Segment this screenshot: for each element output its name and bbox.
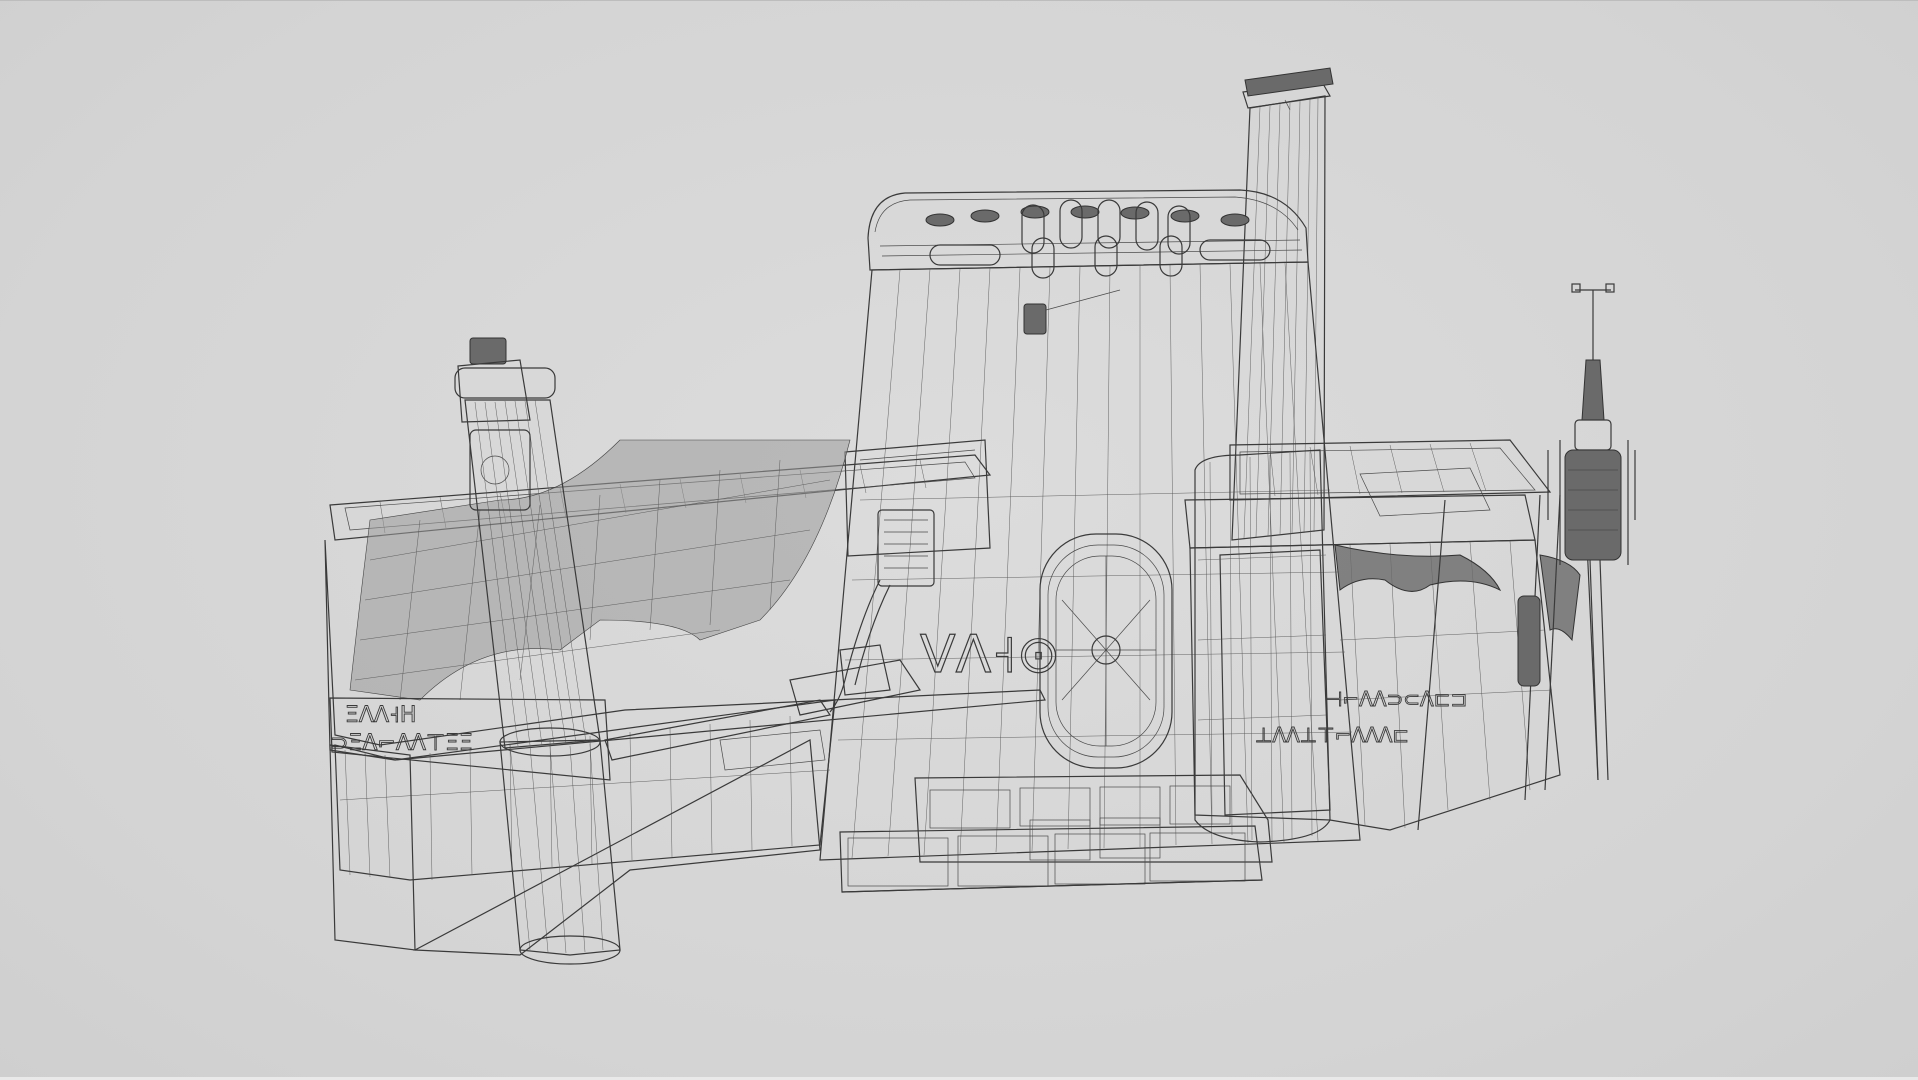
main-tower: VΛ˧⊙ (819, 189, 1361, 861)
right-cloth-flag (1334, 544, 1502, 592)
left-glyph-band-top: ΞΛΛ˧Η (345, 703, 416, 728)
antenna-mast (1517, 283, 1636, 781)
left-grate-box (877, 509, 935, 587)
tower-glyph-sign: VΛ˧⊙ (920, 625, 1060, 685)
wireframe-model: VΛ˧⊙ ΞΛΛ˧Η ⊃ΞΛ⌐ΛΛ⊤ΞΞ ⊣⌐ΛΛ⊃⊂Λ⊏⊐ ⊥ΛΛ⊥⊤⌐ΛΛΛ… (324, 67, 1636, 965)
tower-wire-lines (837, 262, 1353, 859)
right-glyph-band-bottom: ⊥ΛΛ⊥⊤⌐ΛΛΛ⊏ (1255, 723, 1409, 747)
right-glyph-band-top: ⊣⌐ΛΛ⊃⊂Λ⊏⊐ (1325, 687, 1467, 711)
chimney-stack (1231, 67, 1334, 541)
left-cloth-canopy (349, 439, 851, 701)
left-glyph-band-bottom: ⊃ΞΛ⌐ΛΛ⊤ΞΞ (330, 731, 473, 756)
front-steps (839, 774, 1273, 893)
tower-lamp (1023, 303, 1047, 335)
wireframe-viewport[interactable]: VΛ˧⊙ ΞΛΛ˧Η ⊃ΞΛ⌐ΛΛ⊤ΞΞ ⊣⌐ΛΛ⊃⊂Λ⊏⊐ ⊥ΛΛ⊥⊤⌐ΛΛΛ… (0, 0, 1918, 1080)
roof-vents (925, 205, 1250, 227)
